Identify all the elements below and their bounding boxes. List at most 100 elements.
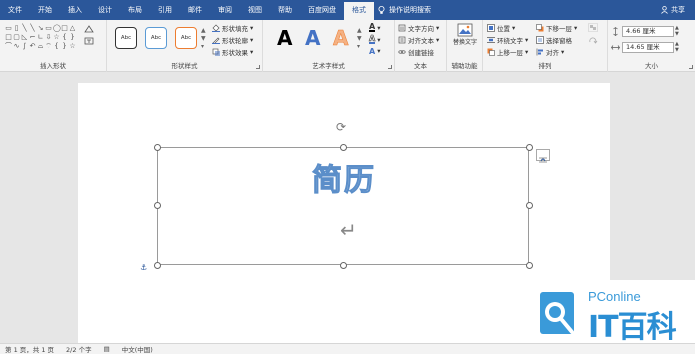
corner-shape-icon[interactable]: ⌐ bbox=[29, 33, 36, 41]
line-shape-icon[interactable]: ╲ bbox=[29, 24, 36, 32]
text-effects-button[interactable]: A ▾ bbox=[369, 47, 380, 55]
arrow-shape-icon[interactable]: ⇩ bbox=[45, 33, 52, 41]
star-shape-icon[interactable]: ☆ bbox=[53, 33, 60, 41]
style-gallery-scroll[interactable]: ▲ ▼ ▾ bbox=[201, 27, 206, 51]
resize-handle-right[interactable] bbox=[526, 202, 533, 209]
arrow-shape-icon[interactable]: ↘ bbox=[37, 24, 44, 32]
arc-shape-icon[interactable]: ⌒ bbox=[5, 42, 12, 50]
corner-shape-icon[interactable]: ∟ bbox=[37, 33, 44, 41]
curve-shape-icon[interactable]: ∫ bbox=[21, 42, 28, 50]
square-shape-icon[interactable]: □ bbox=[5, 33, 12, 41]
wordart-title[interactable]: 简历 bbox=[312, 155, 376, 199]
word-count[interactable]: 2/2 个字 bbox=[66, 344, 92, 354]
paint-bucket-icon bbox=[212, 24, 220, 32]
brace-shape-icon[interactable]: } bbox=[61, 42, 68, 50]
chevron-down-icon: ▾ bbox=[574, 24, 578, 32]
resize-handle-left[interactable] bbox=[154, 202, 161, 209]
height-spinner[interactable]: ▲ ▼ bbox=[675, 25, 679, 37]
shape-icon[interactable]: ⌔ bbox=[45, 42, 52, 50]
resize-handle-top[interactable] bbox=[340, 144, 347, 151]
resize-handle-bottom[interactable] bbox=[340, 262, 347, 269]
group-objects-icon[interactable] bbox=[588, 23, 598, 32]
shape-height-input[interactable]: 4.66 厘米 bbox=[622, 26, 674, 37]
rotate-handle-icon[interactable]: ⟳ bbox=[336, 120, 346, 134]
paragraph-mark: ↵ bbox=[340, 218, 357, 242]
tab-layout[interactable]: 布局 bbox=[120, 0, 150, 20]
send-backward-button[interactable]: 下移一层 ▾ bbox=[536, 23, 577, 33]
square-shape-icon[interactable]: □ bbox=[61, 24, 68, 32]
shape-styles-launcher[interactable] bbox=[256, 65, 260, 69]
textbox-vertical-shape-icon[interactable]: ▯ bbox=[13, 24, 20, 32]
resize-handle-bottom-right[interactable] bbox=[526, 262, 533, 269]
proofing-icon[interactable]: ▤ bbox=[104, 345, 110, 353]
rectangle-shape-icon[interactable]: ▭ bbox=[45, 24, 52, 32]
brace-shape-icon[interactable]: { bbox=[53, 42, 60, 50]
wordart-gallery-scroll[interactable]: ▲ ▼ ▾ bbox=[357, 27, 362, 51]
wordart-styles-launcher[interactable] bbox=[388, 65, 392, 69]
tab-review[interactable]: 审阅 bbox=[210, 0, 240, 20]
shape-effects-button[interactable]: 形状效果 ▾ bbox=[212, 47, 253, 57]
width-spinner[interactable]: ▲ ▼ bbox=[675, 41, 679, 53]
shape-style-preset-orange[interactable]: Abc bbox=[175, 27, 197, 49]
wordart-preset-blue[interactable]: A bbox=[305, 26, 320, 50]
wordart-preset-orange[interactable]: A bbox=[333, 26, 349, 51]
shape-style-preset-black[interactable]: Abc bbox=[115, 27, 137, 49]
alt-text-button[interactable]: 替换文字 bbox=[451, 23, 479, 46]
wrap-text-button[interactable]: 环绕文字 ▾ bbox=[487, 35, 528, 45]
text-box-icon[interactable] bbox=[84, 37, 94, 45]
star-shape-icon[interactable]: ☆ bbox=[69, 42, 76, 50]
resize-handle-bottom-left[interactable] bbox=[154, 262, 161, 269]
align-text-button[interactable]: 对齐文本 ▾ bbox=[398, 35, 439, 45]
triangle-shape-icon[interactable]: ◺ bbox=[21, 33, 28, 41]
oval-shape-icon[interactable]: ◯ bbox=[53, 24, 61, 32]
share-button[interactable]: 共享 bbox=[661, 0, 685, 20]
size-launcher[interactable] bbox=[689, 65, 693, 69]
shape-icon[interactable]: ⌓ bbox=[37, 42, 44, 50]
line-shape-icon[interactable]: ╲ bbox=[21, 24, 28, 32]
tab-view[interactable]: 视图 bbox=[240, 0, 270, 20]
triangle-shape-icon[interactable]: △ bbox=[69, 24, 76, 32]
tab-format[interactable]: 格式 bbox=[344, 2, 374, 20]
language-status[interactable]: 中文(中国) bbox=[122, 344, 153, 354]
tab-design[interactable]: 设计 bbox=[90, 0, 120, 20]
layout-options-button[interactable] bbox=[536, 149, 550, 163]
shape-style-preset-blue[interactable]: Abc bbox=[145, 27, 167, 49]
width-icon bbox=[611, 45, 620, 50]
text-outline-button[interactable]: A ▾ bbox=[369, 34, 380, 44]
tab-mailings[interactable]: 邮件 bbox=[180, 0, 210, 20]
shape-fill-button[interactable]: 形状填充 ▾ bbox=[212, 23, 253, 33]
text-fill-button[interactable]: A ▾ bbox=[369, 23, 380, 32]
tell-me-search[interactable]: 操作说明搜索 bbox=[378, 5, 431, 15]
anchor-icon[interactable]: ⚓ bbox=[140, 263, 147, 272]
tab-home[interactable]: 开始 bbox=[30, 0, 60, 20]
textbox-shape-icon[interactable]: ▭ bbox=[5, 24, 12, 32]
bracket-shape-icon[interactable]: { bbox=[61, 33, 68, 41]
rotate-objects-icon[interactable] bbox=[588, 36, 598, 45]
tab-references[interactable]: 引用 bbox=[150, 0, 180, 20]
accessibility-label: 辅助功能 bbox=[451, 62, 478, 70]
rounded-rect-shape-icon[interactable]: ▢ bbox=[13, 33, 20, 41]
tab-insert[interactable]: 插入 bbox=[60, 0, 90, 20]
tab-baidu-netdisk[interactable]: 百度网盘 bbox=[300, 0, 344, 20]
shape-outline-button[interactable]: 形状轮廓 ▾ bbox=[212, 35, 253, 45]
page-count[interactable]: 第 1 页，共 1 页 bbox=[5, 344, 54, 354]
arrow-shape-icon[interactable]: ↶ bbox=[29, 42, 36, 50]
shape-fill-label: 形状填充 bbox=[222, 25, 248, 33]
shapes-gallery[interactable]: ▭ ▯ ╲ ╲ ↘ ▭ ◯ □ △ □ ▢ ◺ ⌐ ∟ ⇩ ☆ { } ⌒ ∿ bbox=[5, 24, 76, 50]
align-button[interactable]: 对齐 ▾ bbox=[536, 47, 564, 57]
tab-file[interactable]: 文件 bbox=[0, 0, 30, 20]
resize-handle-top-right[interactable] bbox=[526, 144, 533, 151]
create-link-button[interactable]: 创建链接 bbox=[398, 47, 434, 57]
brace-shape-icon[interactable]: } bbox=[69, 33, 76, 41]
freeform-shape-icon[interactable]: ∿ bbox=[13, 42, 20, 50]
wordart-preset-black[interactable]: A bbox=[277, 26, 292, 50]
position-button[interactable]: 位置 ▾ bbox=[487, 23, 515, 33]
selection-pane-button[interactable]: 选择窗格 bbox=[536, 35, 572, 45]
tab-help[interactable]: 帮助 bbox=[270, 0, 300, 20]
search-logo-icon bbox=[540, 292, 574, 334]
text-direction-button[interactable]: 文字方向 ▾ bbox=[398, 23, 439, 33]
resize-handle-top-left[interactable] bbox=[154, 144, 161, 151]
edit-shape-icon[interactable] bbox=[84, 25, 94, 33]
shape-width-input[interactable]: 14.65 厘米 bbox=[622, 42, 674, 53]
bring-forward-button[interactable]: 上移一层 ▾ bbox=[487, 47, 528, 57]
